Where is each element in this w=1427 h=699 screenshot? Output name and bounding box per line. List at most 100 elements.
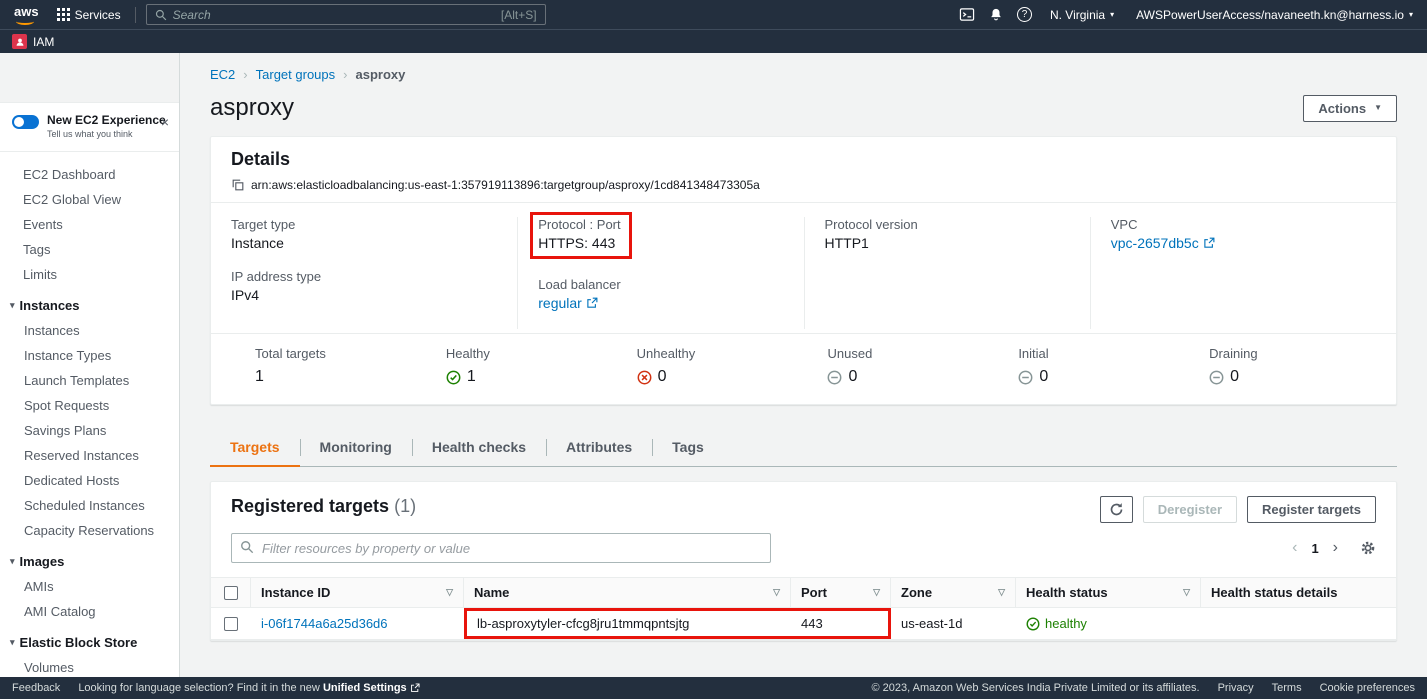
sidebar-item-ami-catalog[interactable]: AMI Catalog	[0, 599, 179, 624]
help-icon[interactable]: ?	[1017, 7, 1032, 22]
terms-link[interactable]: Terms	[1272, 682, 1302, 694]
unified-settings-link[interactable]: Unified Settings	[323, 682, 420, 694]
console-footer: Feedback Looking for language selection?…	[0, 677, 1427, 699]
column-header-port[interactable]: Port ▽	[791, 578, 891, 607]
tab-attributes[interactable]: Attributes	[546, 429, 652, 466]
chevron-down-icon: ▾	[10, 637, 15, 648]
stat-healthy: Healthy 1	[422, 346, 613, 386]
stat-label: Unhealthy	[637, 346, 804, 361]
feedback-link[interactable]: Feedback	[12, 682, 60, 694]
column-header-zone[interactable]: Zone ▽	[891, 578, 1016, 607]
column-header-instance-id[interactable]: Instance ID ▽	[251, 578, 464, 607]
sort-icon[interactable]: ▽	[998, 587, 1005, 598]
sidebar-item-amis[interactable]: AMIs	[0, 574, 179, 599]
breadcrumb-target-groups[interactable]: Target groups	[256, 67, 336, 82]
load-balancer-link[interactable]: regular	[538, 295, 598, 311]
sidebar-item-instances[interactable]: Instances	[0, 318, 179, 343]
new-experience-toggle[interactable]	[12, 115, 39, 129]
copyright-text: © 2023, Amazon Web Services India Privat…	[872, 682, 1200, 694]
region-selector[interactable]: N. Virginia ▾	[1046, 8, 1118, 22]
details-heading: Details	[231, 149, 1376, 170]
account-label: AWSPowerUserAccess/navaneeth.kn@harness.…	[1136, 8, 1404, 22]
breadcrumb-ec2[interactable]: EC2	[210, 67, 235, 82]
select-all-checkbox[interactable]	[224, 586, 238, 600]
breadcrumb: EC2 › Target groups › asproxy	[210, 67, 1397, 82]
sidebar-item-launch-templates[interactable]: Launch Templates	[0, 368, 179, 393]
stat-total-targets: Total targets 1	[231, 346, 422, 386]
cloudshell-icon[interactable]	[959, 7, 975, 22]
sidebar-item-events[interactable]: Events	[0, 212, 179, 237]
sort-icon[interactable]: ▽	[446, 587, 453, 598]
row-checkbox[interactable]	[224, 617, 238, 631]
target-zone-cell: us-east-1d	[891, 608, 1016, 639]
instance-id-link[interactable]: i-06f1744a6a25d36d6	[261, 616, 388, 631]
column-label: Instance ID	[261, 585, 330, 600]
filter-input[interactable]	[231, 533, 771, 563]
field-value: Instance	[231, 235, 501, 251]
target-port-cell: 443	[791, 608, 891, 639]
page-number[interactable]: 1	[1311, 541, 1318, 556]
sidebar-item-limits[interactable]: Limits	[0, 262, 179, 287]
global-search[interactable]: [Alt+S]	[146, 4, 546, 25]
deregister-button[interactable]: Deregister	[1143, 496, 1237, 523]
sidebar-item-instance-types[interactable]: Instance Types	[0, 343, 179, 368]
sidebar-item-savings-plans[interactable]: Savings Plans	[0, 418, 179, 443]
health-details-cell	[1201, 608, 1396, 639]
field-label: Protocol version	[825, 217, 1074, 232]
copy-icon[interactable]	[231, 178, 245, 192]
close-icon[interactable]: ×	[161, 115, 169, 129]
sidebar-section-instances[interactable]: ▾ Instances	[0, 291, 179, 318]
field-protocol-version: Protocol version HTTP1	[825, 217, 1074, 251]
sidebar-nav: EC2 Dashboard EC2 Global View Events Tag…	[0, 152, 179, 677]
aws-logo[interactable]: aws	[10, 5, 43, 25]
sort-icon[interactable]: ▽	[873, 587, 880, 598]
column-header-health-status[interactable]: Health status ▽	[1016, 578, 1201, 607]
notifications-bell-icon[interactable]	[989, 7, 1003, 22]
sidebar-item-scheduled-instances[interactable]: Scheduled Instances	[0, 493, 179, 518]
preferences-gear-icon[interactable]	[1360, 540, 1376, 556]
stat-initial: Initial 0	[994, 346, 1185, 386]
tab-tags[interactable]: Tags	[652, 429, 724, 466]
breadcrumb-separator: ›	[343, 67, 347, 82]
sort-icon[interactable]: ▽	[1183, 587, 1190, 598]
refresh-button[interactable]	[1100, 496, 1133, 523]
vpc-link[interactable]: vpc-2657db5c	[1111, 235, 1215, 251]
previous-page-icon[interactable]: ‹	[1292, 540, 1297, 556]
sidebar-item-volumes[interactable]: Volumes	[0, 655, 179, 677]
sidebar-item-tags[interactable]: Tags	[0, 237, 179, 262]
actions-label: Actions	[1318, 101, 1366, 116]
tab-health-checks[interactable]: Health checks	[412, 429, 546, 466]
actions-button[interactable]: Actions ▼	[1303, 95, 1397, 122]
search-input[interactable]	[173, 8, 495, 22]
next-page-icon[interactable]: ›	[1333, 540, 1338, 556]
sidebar-item-reserved-instances[interactable]: Reserved Instances	[0, 443, 179, 468]
stat-value: 0	[848, 368, 857, 386]
chevron-down-icon: ▾	[1110, 11, 1114, 19]
chevron-down-icon: ▾	[10, 556, 15, 567]
sidebar-item-ec2-global-view[interactable]: EC2 Global View	[0, 187, 179, 212]
field-value: vpc-2657db5c	[1111, 235, 1199, 251]
field-load-balancer: Load balancer regular	[538, 277, 787, 311]
cookie-preferences-link[interactable]: Cookie preferences	[1320, 682, 1415, 694]
stat-value: 0	[1039, 368, 1048, 386]
new-experience-subtitle[interactable]: Tell us what you think	[47, 129, 166, 139]
sort-icon[interactable]: ▽	[773, 587, 780, 598]
services-menu[interactable]: Services	[53, 0, 125, 29]
privacy-link[interactable]: Privacy	[1218, 682, 1254, 694]
tab-targets[interactable]: Targets	[210, 429, 300, 467]
account-menu[interactable]: AWSPowerUserAccess/navaneeth.kn@harness.…	[1132, 8, 1417, 22]
favorite-iam-link[interactable]: IAM	[33, 35, 54, 49]
sidebar-item-spot-requests[interactable]: Spot Requests	[0, 393, 179, 418]
sidebar-section-elastic-block-store[interactable]: ▾ Elastic Block Store	[0, 628, 179, 655]
sidebar-section-images[interactable]: ▾ Images	[0, 547, 179, 574]
health-status-badge: healthy	[1026, 616, 1087, 631]
field-label: VPC	[1111, 217, 1360, 232]
sidebar-item-dedicated-hosts[interactable]: Dedicated Hosts	[0, 468, 179, 493]
column-header-name[interactable]: Name ▽	[464, 578, 791, 607]
sidebar-item-ec2-dashboard[interactable]: EC2 Dashboard	[0, 162, 179, 187]
register-targets-button[interactable]: Register targets	[1247, 496, 1376, 523]
sidebar-item-capacity-reservations[interactable]: Capacity Reservations	[0, 518, 179, 543]
tab-monitoring[interactable]: Monitoring	[300, 429, 412, 466]
stat-value: 1	[255, 368, 264, 386]
language-notice-text: Looking for language selection? Find it …	[78, 682, 320, 694]
